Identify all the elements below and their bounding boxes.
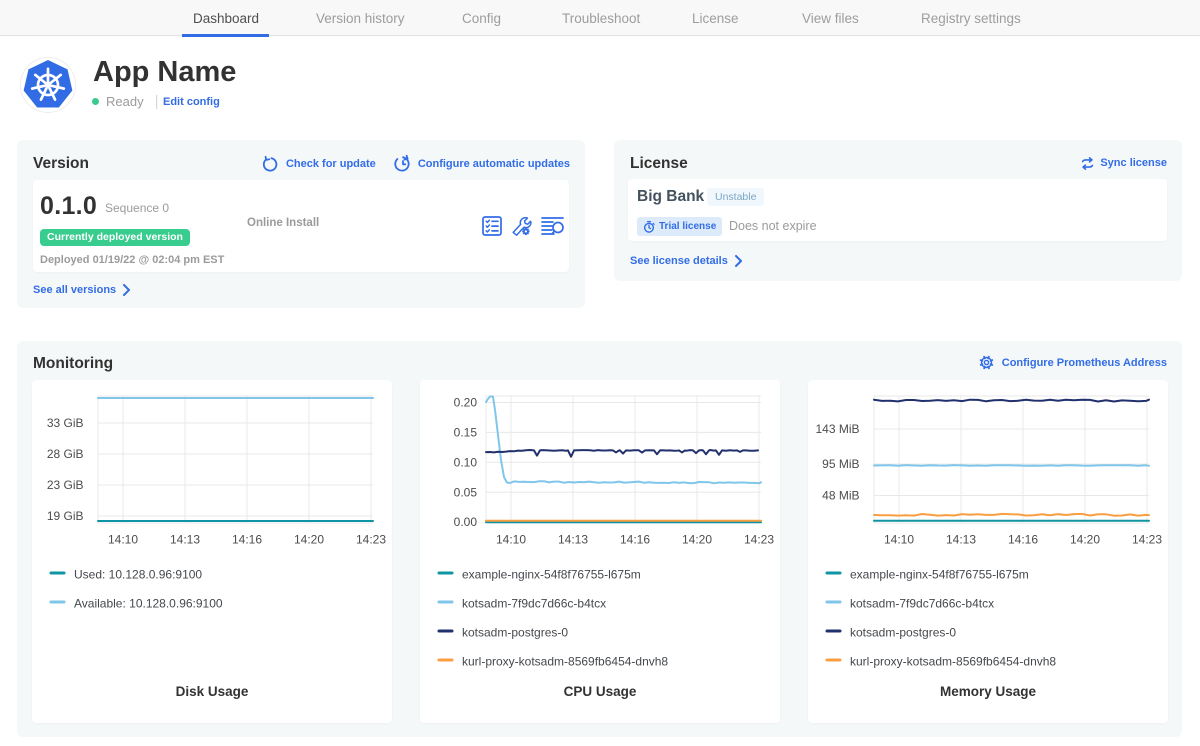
svg-text:14:16: 14:16	[1008, 533, 1038, 547]
svg-text:14:13: 14:13	[558, 533, 588, 547]
svg-text:kotsadm-7f9dc7d66c-b4tcx: kotsadm-7f9dc7d66c-b4tcx	[850, 597, 994, 611]
svg-text:14:23: 14:23	[356, 533, 386, 547]
svg-text:14:23: 14:23	[1132, 533, 1162, 547]
svg-text:19 GiB: 19 GiB	[47, 509, 84, 523]
svg-text:kurl-proxy-kotsadm-8569fb6454-: kurl-proxy-kotsadm-8569fb6454-dnvh8	[850, 655, 1056, 669]
svg-text:example-nginx-54f8f76755-l675m: example-nginx-54f8f76755-l675m	[462, 568, 641, 582]
svg-text:14:10: 14:10	[496, 533, 526, 547]
svg-text:14:20: 14:20	[682, 533, 712, 547]
svg-text:14:20: 14:20	[294, 533, 324, 547]
svg-text:kotsadm-postgres-0: kotsadm-postgres-0	[462, 626, 568, 640]
svg-text:0.15: 0.15	[454, 425, 478, 439]
svg-text:example-nginx-54f8f76755-l675m: example-nginx-54f8f76755-l675m	[850, 568, 1029, 582]
svg-text:48 MiB: 48 MiB	[822, 489, 859, 503]
svg-text:14:16: 14:16	[620, 533, 650, 547]
svg-text:14:13: 14:13	[946, 533, 976, 547]
svg-text:14:13: 14:13	[170, 533, 200, 547]
svg-text:23 GiB: 23 GiB	[47, 478, 84, 492]
svg-text:14:10: 14:10	[884, 533, 914, 547]
svg-text:0.00: 0.00	[454, 515, 478, 529]
svg-text:Memory Usage: Memory Usage	[940, 684, 1037, 699]
svg-text:14:20: 14:20	[1070, 533, 1100, 547]
svg-text:Used: 10.128.0.96:9100: Used: 10.128.0.96:9100	[74, 568, 202, 582]
svg-text:14:23: 14:23	[744, 533, 774, 547]
svg-text:14:16: 14:16	[232, 533, 262, 547]
svg-text:28 GiB: 28 GiB	[47, 447, 84, 461]
svg-text:kotsadm-7f9dc7d66c-b4tcx: kotsadm-7f9dc7d66c-b4tcx	[462, 597, 606, 611]
svg-text:kotsadm-postgres-0: kotsadm-postgres-0	[850, 626, 956, 640]
svg-text:33 GiB: 33 GiB	[47, 416, 84, 430]
svg-text:143 MiB: 143 MiB	[815, 422, 859, 436]
svg-text:95 MiB: 95 MiB	[822, 457, 859, 471]
svg-text:Available: 10.128.0.96:9100: Available: 10.128.0.96:9100	[74, 597, 223, 611]
svg-text:Disk Usage: Disk Usage	[176, 684, 249, 699]
svg-text:CPU Usage: CPU Usage	[564, 684, 637, 699]
svg-text:0.05: 0.05	[454, 485, 478, 499]
svg-text:0.20: 0.20	[454, 396, 478, 410]
svg-text:14:10: 14:10	[108, 533, 138, 547]
svg-text:0.10: 0.10	[454, 455, 478, 469]
svg-text:kurl-proxy-kotsadm-8569fb6454-: kurl-proxy-kotsadm-8569fb6454-dnvh8	[462, 655, 668, 669]
